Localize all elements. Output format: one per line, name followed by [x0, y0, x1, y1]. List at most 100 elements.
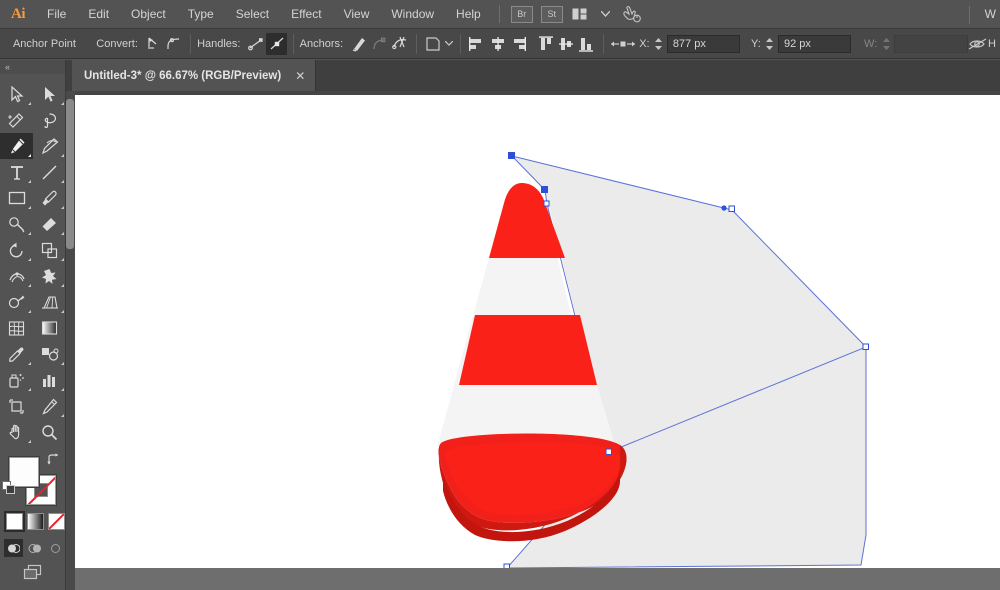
- stock-button[interactable]: St: [540, 5, 563, 23]
- artboard-tool[interactable]: [0, 393, 33, 419]
- menu-help[interactable]: Help: [445, 0, 492, 29]
- eyedropper-tool[interactable]: [0, 341, 33, 367]
- menu-effect[interactable]: Effect: [280, 0, 332, 29]
- cut-path-at-anchors-icon[interactable]: [389, 33, 409, 55]
- chevron-down-icon[interactable]: [593, 0, 619, 29]
- anchor-point-selected[interactable]: [508, 152, 515, 159]
- isolate-selected-object-icon[interactable]: [423, 33, 443, 55]
- remove-selected-anchors-icon[interactable]: [349, 33, 369, 55]
- direct-selection-tool[interactable]: [33, 81, 66, 107]
- none-swatch-button[interactable]: [48, 513, 65, 530]
- rectangle-tool[interactable]: [0, 185, 33, 211]
- canvas-area[interactable]: [66, 91, 1000, 590]
- show-handles-icon[interactable]: [246, 33, 266, 55]
- curvature-tool[interactable]: [33, 133, 66, 159]
- document-tab[interactable]: Untitled-3* @ 66.67% (RGB/Preview) ✕: [72, 60, 317, 91]
- symbol-sprayer-tool[interactable]: [0, 367, 33, 393]
- menu-window[interactable]: Window: [380, 0, 445, 29]
- swap-fill-stroke-icon[interactable]: [46, 453, 60, 467]
- vertical-scrollbar[interactable]: [66, 91, 75, 590]
- tool-flyout-marker: [61, 258, 64, 261]
- width-tool[interactable]: [0, 263, 33, 289]
- w-input: [894, 34, 968, 53]
- app-logo-icon: Ai: [11, 5, 26, 22]
- menu-type[interactable]: Type: [177, 0, 225, 29]
- isolate-chevron-down-icon[interactable]: [443, 33, 454, 55]
- shape-builder-tool[interactable]: [0, 289, 33, 315]
- tool-flyout-marker: [61, 362, 64, 365]
- align-left-icon[interactable]: [467, 33, 487, 55]
- line-segment-tool[interactable]: [33, 159, 66, 185]
- w-stepper: [881, 35, 891, 53]
- menu-select[interactable]: Select: [225, 0, 280, 29]
- perspective-grid-tool[interactable]: [33, 289, 66, 315]
- align-horizontal-center-icon[interactable]: [487, 33, 507, 55]
- anchor-point[interactable]: [728, 205, 735, 212]
- zoom-tool[interactable]: [33, 419, 66, 445]
- hand-tool[interactable]: [0, 419, 33, 445]
- default-fill-stroke-icon[interactable]: [2, 481, 16, 495]
- artboard[interactable]: [75, 95, 1000, 568]
- transform-reference-point-icon[interactable]: [610, 33, 636, 55]
- vertical-scrollbar-thumb[interactable]: [66, 99, 74, 249]
- tool-flyout-marker: [28, 180, 31, 183]
- options-divider-5: [602, 33, 604, 54]
- draw-behind-button[interactable]: [25, 539, 44, 557]
- align-top-icon[interactable]: [536, 33, 556, 55]
- align-vertical-center-icon[interactable]: [556, 33, 576, 55]
- blend-tool[interactable]: [33, 341, 66, 367]
- menu-file[interactable]: File: [36, 0, 77, 29]
- convert-to-smooth-icon[interactable]: [164, 33, 184, 55]
- shaper-tool[interactable]: [0, 211, 33, 237]
- lasso-tool[interactable]: [33, 107, 66, 133]
- menu-edit[interactable]: Edit: [77, 0, 120, 29]
- paintbrush-tool[interactable]: [33, 185, 66, 211]
- x-stepper[interactable]: [654, 35, 664, 53]
- align-right-icon[interactable]: [508, 33, 528, 55]
- hide-handles-icon[interactable]: [266, 32, 287, 55]
- connect-selected-anchors-icon[interactable]: [369, 33, 389, 55]
- anchor-point[interactable]: [543, 200, 550, 207]
- color-swatch-button[interactable]: [4, 511, 25, 532]
- gradient-tool[interactable]: [33, 315, 66, 341]
- rotate-tool[interactable]: [0, 237, 33, 263]
- touch-workspace-icon[interactable]: [619, 0, 645, 29]
- selection-tool[interactable]: [0, 81, 33, 107]
- close-icon[interactable]: ✕: [295, 69, 305, 83]
- type-tool[interactable]: [0, 159, 33, 185]
- artwork-canvas: [437, 152, 869, 568]
- anchor-point[interactable]: [503, 563, 510, 568]
- bridge-button[interactable]: Br: [510, 5, 533, 23]
- change-screen-mode-icon[interactable]: [22, 563, 44, 581]
- y-stepper[interactable]: [765, 35, 775, 53]
- column-graph-tool[interactable]: [33, 367, 66, 393]
- options-overflow-label[interactable]: H: [988, 38, 996, 50]
- pen-tool[interactable]: [0, 133, 33, 159]
- x-input[interactable]: 877 px: [666, 34, 740, 53]
- anchor-point[interactable]: [605, 448, 612, 455]
- menu-view[interactable]: View: [333, 0, 381, 29]
- scale-tool[interactable]: [33, 237, 66, 263]
- workspace-switcher[interactable]: W: [985, 0, 996, 29]
- menu-object[interactable]: Object: [120, 0, 177, 29]
- double-chevron-left-icon[interactable]: «: [0, 60, 65, 74]
- gradient-swatch-button[interactable]: [27, 513, 44, 530]
- free-transform-tool[interactable]: [33, 263, 66, 289]
- anchor-point[interactable]: [862, 343, 869, 350]
- mesh-tool[interactable]: [0, 315, 33, 341]
- convert-to-corner-icon[interactable]: [143, 33, 163, 55]
- anchor-point-highlight[interactable]: [721, 205, 727, 211]
- tool-flyout-marker: [61, 180, 64, 183]
- toggle-visibility-off-icon[interactable]: [968, 33, 988, 55]
- magic-wand-tool[interactable]: [0, 107, 33, 133]
- arrange-documents-icon[interactable]: [567, 0, 593, 29]
- color-mode-swatches: [4, 511, 65, 532]
- y-input[interactable]: 92 px: [778, 34, 852, 53]
- slice-tool[interactable]: [33, 393, 66, 419]
- draw-normal-button[interactable]: [4, 539, 23, 557]
- anchor-point-selected[interactable]: [541, 186, 548, 193]
- draw-inside-button[interactable]: [46, 539, 65, 557]
- align-bottom-icon[interactable]: [576, 33, 596, 55]
- illustrator-window: Ai File Edit Object Type Select Effect V…: [0, 0, 1000, 590]
- eraser-tool[interactable]: [33, 211, 66, 237]
